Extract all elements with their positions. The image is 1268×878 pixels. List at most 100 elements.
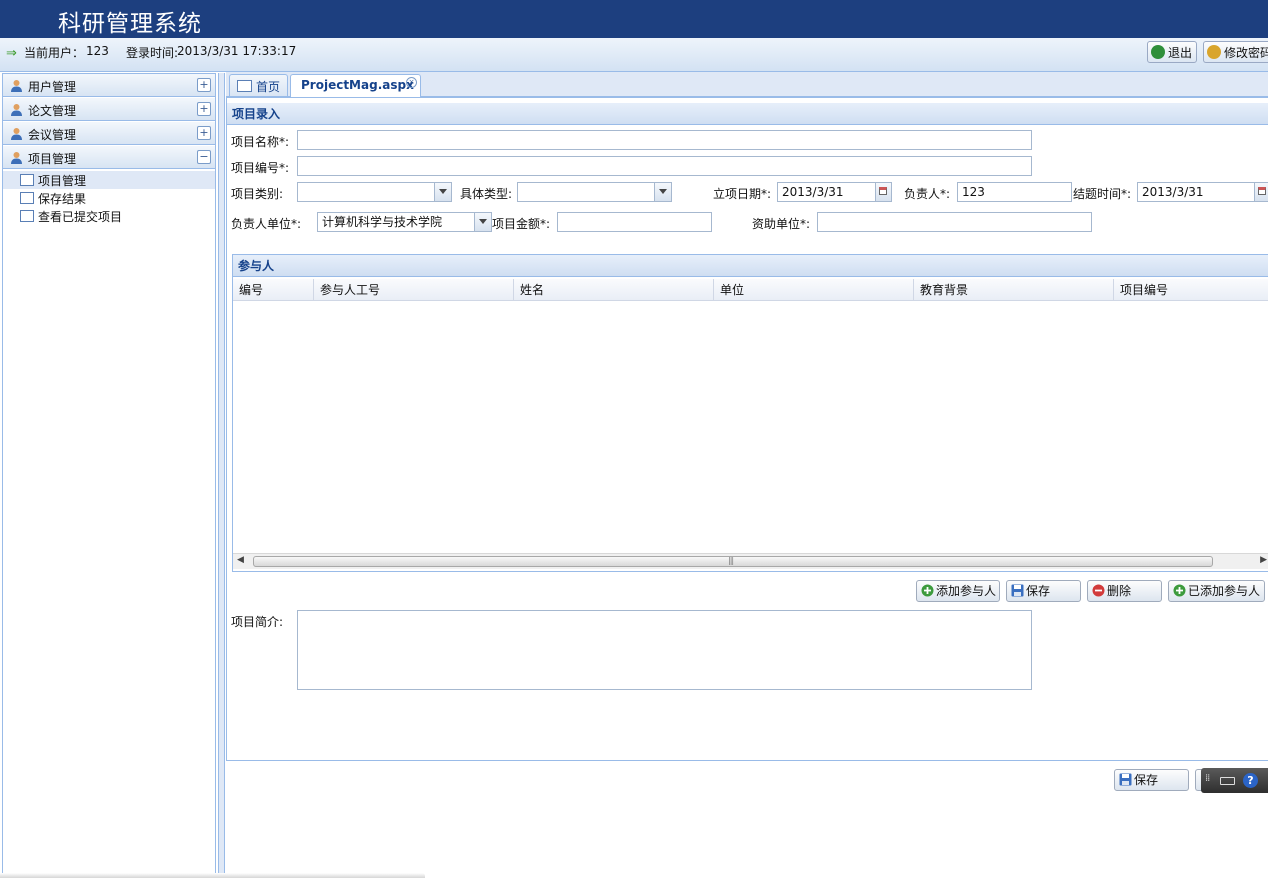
logout-button[interactable]: 退出 — [1147, 41, 1197, 63]
user-icon — [11, 104, 22, 116]
sidebar-item-saved-results[interactable]: 保存结果 — [3, 189, 215, 207]
participants-title: 参与人 — [233, 255, 1268, 277]
added-participants-label: 已添加参与人 — [1188, 584, 1261, 598]
panel-title: 项目录入 — [227, 103, 1268, 125]
user-icon — [11, 80, 22, 92]
login-time-value: 2013/3/31 17:33:17 — [177, 44, 297, 58]
calendar-icon[interactable] — [875, 183, 891, 201]
chevron-down-icon[interactable] — [654, 183, 671, 201]
page-icon — [237, 80, 252, 92]
start-date-input[interactable]: 2013/3/31 — [777, 182, 892, 202]
column-header-education[interactable]: 教育背景 — [914, 279, 1114, 301]
add-participant-button[interactable]: 添加参与人 — [916, 580, 1000, 602]
sidebar-section-label: 项目管理 — [28, 152, 77, 166]
close-icon[interactable]: × — [406, 77, 417, 88]
chevron-down-icon[interactable] — [474, 213, 491, 231]
sidebar-section-label: 用户管理 — [28, 80, 77, 94]
bottom-edge — [0, 873, 425, 878]
sidebar-section-project-management[interactable]: 项目管理 − — [3, 146, 215, 169]
sidebar-section-user-management[interactable]: 用户管理 + — [3, 74, 215, 97]
added-participants-button[interactable]: 已添加参与人 — [1168, 580, 1265, 602]
add-icon — [1173, 584, 1186, 597]
amount-input[interactable] — [557, 212, 712, 232]
participants-grid: 参与人 编号 参与人工号 姓名 单位 教育背景 项目编号 ◀ ||| ▶ — [232, 254, 1268, 572]
column-header-project-number[interactable]: 项目编号 — [1114, 279, 1268, 301]
save-participant-button[interactable]: 保存 — [1006, 580, 1081, 602]
leader-input[interactable]: 123 — [957, 182, 1072, 202]
tab-home[interactable]: 首页 — [229, 74, 288, 96]
sidebar-section-label: 会议管理 — [28, 128, 77, 142]
end-date-input[interactable]: 2013/3/31 — [1137, 182, 1268, 202]
intro-label: 项目简介: — [231, 615, 284, 629]
start-date-label: 立项日期*: — [713, 187, 772, 201]
add-icon — [921, 584, 934, 597]
delete-button[interactable]: 删除 — [1087, 580, 1162, 602]
expand-icon[interactable]: + — [197, 78, 211, 92]
end-date-value: 2013/3/31 — [1142, 185, 1204, 199]
subtype-select[interactable] — [517, 182, 672, 202]
grip-icon: ||| — [728, 556, 734, 565]
user-icon — [11, 152, 22, 164]
sidebar-item-submitted-projects[interactable]: 查看已提交项目 — [3, 207, 215, 225]
sidebar-item-label: 查看已提交项目 — [38, 210, 123, 224]
expand-icon[interactable]: + — [197, 102, 211, 116]
grip-icon[interactable]: ⁞⁞ — [1205, 773, 1210, 784]
scroll-right-icon[interactable]: ▶ — [1260, 555, 1267, 565]
column-header-staff-number[interactable]: 参与人工号 — [314, 279, 514, 301]
tab-strip: 首页 ProjectMag.aspx × — [226, 72, 1268, 97]
column-header-unit[interactable]: 单位 — [714, 279, 914, 301]
sidebar-section-paper-management[interactable]: 论文管理 + — [3, 98, 215, 121]
category-label: 项目类别: — [231, 187, 284, 201]
key-icon — [1207, 45, 1221, 59]
leader-label: 负责人*: — [904, 187, 951, 201]
app-title: 科研管理系统 — [58, 11, 202, 37]
leader-unit-label: 负责人单位*: — [231, 217, 302, 231]
subtype-label: 具体类型: — [460, 187, 513, 201]
login-time-label: 登录时间: — [126, 46, 179, 60]
category-select[interactable] — [297, 182, 452, 202]
sponsor-input[interactable] — [817, 212, 1092, 232]
calendar-icon[interactable] — [1254, 183, 1268, 201]
page-icon — [20, 192, 34, 204]
page-icon — [20, 174, 34, 186]
leader-unit-value: 计算机科学与技术学院 — [322, 215, 443, 229]
project-number-label: 项目编号*: — [231, 161, 290, 175]
save-icon — [1011, 584, 1024, 597]
delete-icon — [1092, 584, 1105, 597]
horizontal-scrollbar[interactable]: ◀ ||| ▶ — [233, 553, 1268, 569]
tab-projectmag[interactable]: ProjectMag.aspx × — [290, 74, 421, 97]
change-password-label: 修改密码 — [1224, 46, 1268, 60]
sidebar-item-project-management[interactable]: 项目管理 — [3, 171, 215, 189]
change-password-button[interactable]: 修改密码 — [1203, 41, 1268, 63]
keyboard-icon[interactable] — [1220, 777, 1235, 785]
save-label: 保存 — [1026, 584, 1051, 598]
sidebar-section-meeting-management[interactable]: 会议管理 + — [3, 122, 215, 145]
intro-textarea[interactable] — [297, 610, 1032, 690]
tab-label: ProjectMag.aspx — [301, 78, 414, 92]
scroll-left-icon[interactable]: ◀ — [237, 555, 244, 565]
expand-icon[interactable]: + — [197, 126, 211, 140]
splitter[interactable] — [218, 73, 225, 878]
arrow-right-icon: ⇒ — [6, 46, 17, 61]
ime-toolbar[interactable]: ⁞⁞ ? — [1201, 768, 1268, 793]
bottom-save-label: 保存 — [1134, 773, 1159, 787]
column-header-id[interactable]: 编号 — [233, 279, 314, 301]
scrollbar-thumb[interactable]: ||| — [253, 556, 1213, 567]
help-icon[interactable]: ? — [1243, 773, 1258, 788]
project-name-label: 项目名称*: — [231, 135, 290, 149]
sidebar-item-label: 保存结果 — [38, 192, 87, 206]
project-number-input[interactable] — [297, 156, 1032, 176]
sponsor-label: 资助单位*: — [752, 217, 811, 231]
collapse-icon[interactable]: − — [197, 150, 211, 164]
logout-label: 退出 — [1168, 46, 1193, 60]
end-date-label: 结题时间*: — [1073, 187, 1132, 201]
leader-unit-select[interactable]: 计算机科学与技术学院 — [317, 212, 492, 232]
column-header-name[interactable]: 姓名 — [514, 279, 714, 301]
tab-label: 首页 — [256, 80, 281, 94]
bottom-save-button[interactable]: 保存 — [1114, 769, 1189, 791]
sidebar-section-label: 论文管理 — [28, 104, 77, 118]
save-icon — [1119, 773, 1132, 786]
chevron-down-icon[interactable] — [434, 183, 451, 201]
project-name-input[interactable] — [297, 130, 1032, 150]
amount-label: 项目金额*: — [492, 217, 551, 231]
